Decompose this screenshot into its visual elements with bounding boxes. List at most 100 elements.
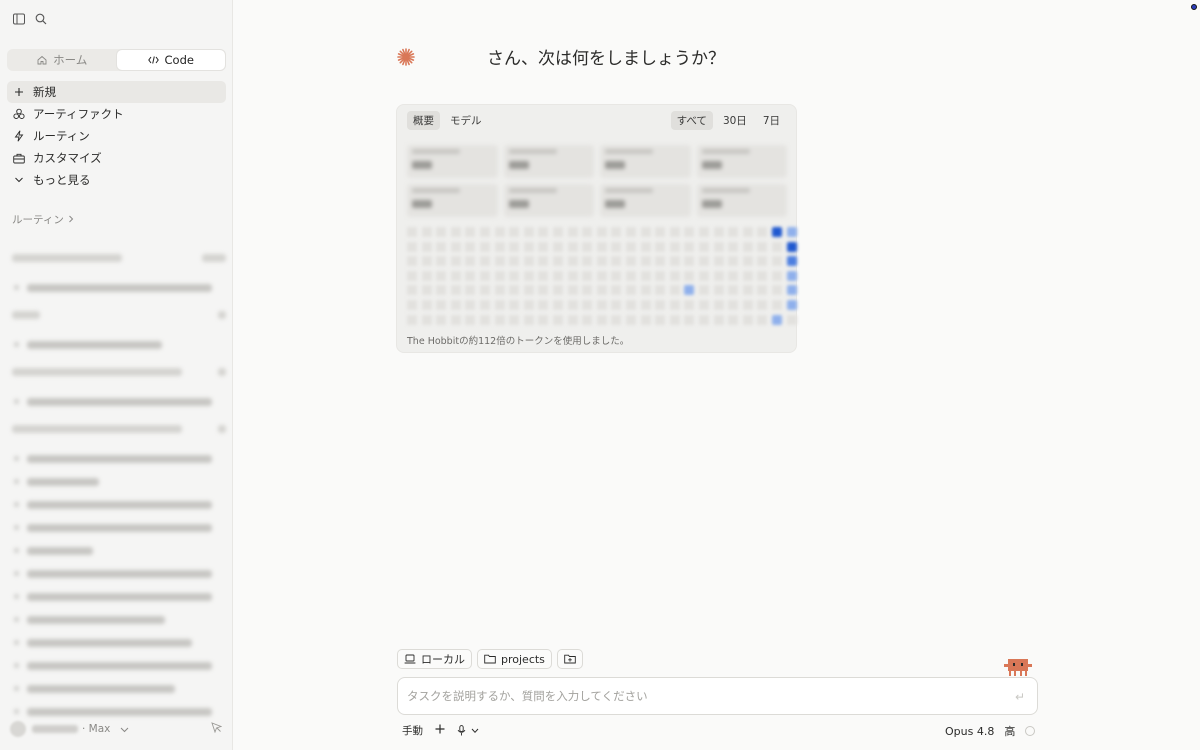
heatmap-cell: [626, 285, 636, 296]
heatmap-cell: [538, 285, 549, 296]
heatmap-cell: [669, 285, 680, 296]
heatmap-cell: [699, 241, 709, 252]
home-tab[interactable]: ホーム: [8, 50, 117, 70]
heatmap-cell: [582, 227, 593, 237]
heatmap-cell: [523, 314, 534, 325]
routines-section-header[interactable]: ルーティン: [12, 212, 74, 227]
mode-select[interactable]: 手動: [402, 723, 423, 738]
search-icon[interactable]: [34, 12, 48, 26]
list-item[interactable]: [8, 654, 226, 677]
list-item[interactable]: [8, 390, 226, 413]
list-item[interactable]: [8, 700, 226, 723]
heatmap-cell: [699, 256, 709, 267]
local-env-button[interactable]: ローカル: [397, 649, 472, 669]
heatmap-cell: [728, 256, 739, 267]
usage-note: The Hobbitの約112倍のトークンを使用しました。: [407, 336, 630, 347]
heatmap-cell: [640, 241, 651, 252]
list-item[interactable]: [8, 608, 226, 631]
heatmap-cell: [407, 300, 417, 310]
heatmap-cell: [421, 285, 432, 296]
heatmap-cell: [684, 314, 695, 325]
heatmap-cell: [757, 285, 768, 296]
heatmap-cell: [742, 227, 753, 237]
sidebar-item-artifacts[interactable]: アーティファクト: [7, 103, 226, 125]
heatmap-cell: [523, 241, 534, 252]
heatmap-cell: [742, 300, 753, 310]
range-30d[interactable]: 30日: [717, 111, 753, 130]
heatmap-cell: [509, 270, 520, 281]
heatmap-cell: [669, 227, 680, 237]
sidebar-item-routines[interactable]: ルーティン: [7, 125, 226, 147]
heatmap-cell: [684, 241, 695, 252]
heatmap-cell: [713, 300, 724, 310]
sidebar-item-customize[interactable]: カスタマイズ: [7, 147, 226, 169]
list-item[interactable]: [8, 470, 226, 493]
cursor-icon[interactable]: [211, 722, 223, 736]
heatmap-cell: [772, 227, 782, 237]
list-item[interactable]: [8, 562, 226, 585]
list-item[interactable]: [8, 677, 226, 700]
tab-overview[interactable]: 概要: [407, 111, 440, 130]
heatmap-cell: [538, 300, 549, 310]
folder-icon: [484, 654, 496, 664]
enter-icon[interactable]: ↵: [1015, 690, 1025, 704]
account-name-redacted: [32, 725, 78, 733]
heatmap-cell: [494, 256, 505, 267]
folder-button[interactable]: projects: [477, 649, 552, 669]
heatmap-cell: [407, 285, 417, 296]
heatmap-cell: [494, 300, 505, 310]
range-all[interactable]: すべて: [670, 111, 713, 130]
heatmap-cell: [742, 270, 753, 281]
add-icon[interactable]: [435, 724, 445, 737]
heatmap-cell: [407, 241, 417, 252]
heatmap-cell: [465, 241, 476, 252]
context-chips: ローカル projects: [397, 649, 583, 669]
heatmap-cell: [699, 314, 709, 325]
heatmap-cell: [786, 241, 797, 252]
list-item[interactable]: [8, 516, 226, 539]
sidebar-item-new[interactable]: 新規: [7, 81, 226, 103]
heatmap-cell: [699, 285, 709, 296]
heatmap-cell: [407, 227, 417, 237]
add-folder-button[interactable]: [556, 649, 583, 669]
heatmap-cell: [596, 241, 607, 252]
list-item[interactable]: [8, 539, 226, 562]
home-tab-label: ホーム: [53, 53, 88, 67]
heatmap-cell: [772, 285, 782, 296]
list-item[interactable]: [8, 493, 226, 516]
microphone-icon[interactable]: [457, 725, 479, 736]
list-item[interactable]: [8, 585, 226, 608]
list-item[interactable]: [8, 276, 226, 299]
section-title: ルーティン: [12, 214, 64, 226]
tab-models[interactable]: モデル: [444, 111, 488, 130]
heatmap-cell: [626, 314, 636, 325]
heatmap-cell: [640, 314, 651, 325]
prompt-input[interactable]: [407, 687, 997, 705]
sidebar-item-label: ルーティン: [33, 129, 90, 143]
effort-select[interactable]: 高: [1004, 723, 1015, 739]
heatmap-cell: [713, 241, 724, 252]
heatmap-cell: [742, 241, 753, 252]
sidebar-item-more[interactable]: もっと見る: [7, 169, 226, 191]
heatmap-cell: [553, 270, 563, 281]
greeting: さん、次は何をしましょうか？: [397, 44, 725, 69]
heatmap-cell: [465, 227, 476, 237]
heatmap-cell: [713, 314, 724, 325]
code-tab[interactable]: Code: [116, 50, 225, 70]
list-item[interactable]: [8, 447, 226, 470]
heatmap-cell: [713, 256, 724, 267]
heatmap-cell: [640, 227, 651, 237]
heatmap-cell: [640, 270, 651, 281]
account-menu[interactable]: · Max: [10, 721, 223, 737]
heatmap-cell: [728, 285, 739, 296]
model-select[interactable]: Opus 4.8: [945, 725, 994, 738]
list-item[interactable]: [8, 631, 226, 654]
list-item[interactable]: [8, 333, 226, 356]
range-7d[interactable]: 7日: [757, 111, 786, 130]
heatmap-cell: [538, 314, 549, 325]
sidebar-toggle-icon[interactable]: [12, 12, 26, 26]
heatmap-cell: [757, 270, 768, 281]
avatar: [10, 721, 26, 737]
activity-heatmap: [407, 227, 797, 325]
heatmap-cell: [509, 227, 520, 237]
